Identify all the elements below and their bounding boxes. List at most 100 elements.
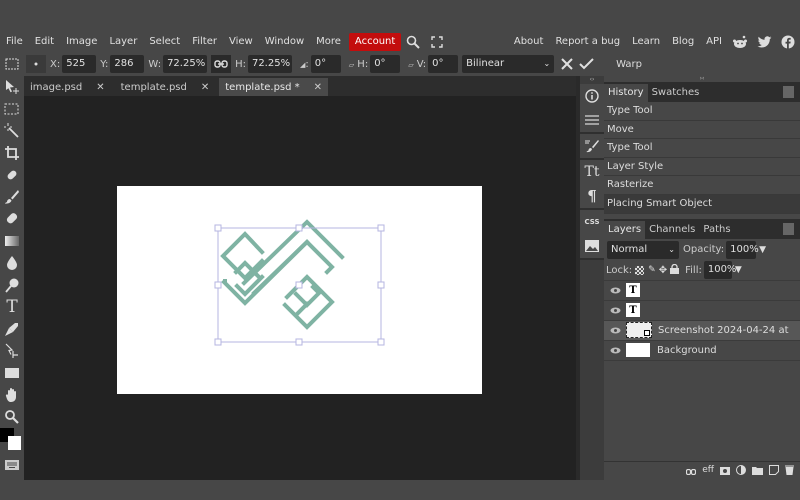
layer-effects-icon[interactable]: eff bbox=[702, 465, 714, 475]
search-icon[interactable] bbox=[404, 33, 422, 51]
tab-image-psd[interactable]: image.psd ✕ bbox=[24, 78, 111, 96]
marquee-tool[interactable] bbox=[0, 98, 24, 120]
menu-layer[interactable]: Layer bbox=[103, 33, 143, 51]
y-field[interactable]: 286 px bbox=[110, 55, 145, 87]
canvas[interactable] bbox=[117, 186, 482, 394]
opacity-field[interactable]: 100% bbox=[726, 240, 759, 259]
history-item[interactable]: Move bbox=[604, 121, 800, 140]
warp-button[interactable]: Warp bbox=[616, 59, 642, 70]
history-item[interactable]: Layer Style bbox=[604, 158, 800, 177]
reference-point-icon[interactable] bbox=[26, 55, 46, 73]
history-item[interactable]: Type Tool bbox=[604, 102, 800, 121]
menu-edit[interactable]: Edit bbox=[29, 33, 60, 51]
path-select-tool[interactable] bbox=[0, 340, 24, 362]
hand-tool[interactable] bbox=[0, 384, 24, 406]
layer-row-text-1[interactable]: T bbox=[604, 281, 800, 301]
close-icon[interactable]: ✕ bbox=[201, 82, 209, 93]
height-field[interactable]: 72.25% bbox=[247, 55, 292, 73]
interpolation-select[interactable]: Bilinear ⌄ bbox=[462, 55, 555, 73]
delete-layer-icon[interactable] bbox=[785, 460, 794, 479]
visibility-eye-icon[interactable] bbox=[604, 327, 626, 334]
tab-template-psd-active[interactable]: template.psd * ✕ bbox=[219, 78, 329, 96]
brush-tool[interactable] bbox=[0, 186, 24, 208]
character-button[interactable]: Tt bbox=[580, 160, 604, 184]
layer-mask-icon[interactable] bbox=[720, 460, 730, 479]
opacity-dropdown-icon[interactable]: ▼ bbox=[759, 245, 766, 255]
new-group-icon[interactable] bbox=[752, 460, 763, 479]
close-icon[interactable]: ✕ bbox=[96, 82, 104, 93]
cancel-transform-icon[interactable] bbox=[560, 57, 574, 71]
link-about[interactable]: About bbox=[508, 33, 550, 51]
blend-mode-select[interactable]: Normal ⌄ bbox=[607, 240, 679, 259]
healing-tool[interactable] bbox=[0, 164, 24, 186]
magic-wand-tool[interactable] bbox=[0, 120, 24, 142]
crop-tool[interactable] bbox=[0, 142, 24, 164]
lock-paint-icon[interactable]: ✎ bbox=[648, 265, 656, 275]
adjustments-button[interactable] bbox=[580, 108, 604, 132]
facebook-icon[interactable] bbox=[779, 33, 797, 51]
link-learn[interactable]: Learn bbox=[626, 33, 666, 51]
new-layer-icon[interactable] bbox=[769, 460, 779, 479]
info-button[interactable] bbox=[580, 84, 604, 108]
menu-window[interactable]: Window bbox=[259, 33, 310, 51]
panel-menu-icon[interactable] bbox=[783, 86, 794, 98]
twitter-icon[interactable] bbox=[755, 33, 773, 51]
image-button[interactable] bbox=[580, 234, 604, 258]
brush-settings-button[interactable] bbox=[580, 134, 604, 158]
panel-menu-icon[interactable] bbox=[783, 222, 794, 235]
tab-channels[interactable]: Channels bbox=[645, 221, 699, 239]
css-button[interactable]: CSS bbox=[580, 210, 604, 234]
history-item[interactable]: Type Tool bbox=[604, 139, 800, 158]
visibility-eye-icon[interactable] bbox=[604, 307, 626, 314]
dodge-tool[interactable] bbox=[0, 274, 24, 296]
visibility-eye-icon[interactable] bbox=[604, 347, 626, 354]
layer-row-background[interactable]: Background bbox=[604, 341, 800, 361]
pen-tool[interactable] bbox=[0, 318, 24, 340]
lock-all-icon[interactable] bbox=[670, 263, 680, 277]
visibility-eye-icon[interactable] bbox=[604, 287, 626, 294]
paragraph-button[interactable]: ¶ bbox=[580, 184, 604, 208]
tab-layers[interactable]: Layers bbox=[604, 220, 646, 239]
layer-row-smart-object[interactable]: Screenshot 2024-04-24 at bbox=[604, 320, 800, 341]
x-field[interactable]: 525 px bbox=[62, 55, 97, 87]
commit-transform-icon[interactable] bbox=[579, 58, 594, 70]
eraser-tool[interactable] bbox=[0, 208, 24, 230]
link-blog[interactable]: Blog bbox=[666, 33, 700, 51]
adjustment-layer-icon[interactable] bbox=[736, 460, 746, 479]
history-item-current[interactable]: Placing Smart Object bbox=[604, 194, 800, 214]
menu-more[interactable]: More bbox=[310, 33, 347, 51]
fullscreen-icon[interactable] bbox=[428, 33, 446, 51]
width-field[interactable]: 72.25% bbox=[163, 55, 208, 73]
link-api[interactable]: API bbox=[700, 33, 728, 51]
fill-field[interactable]: 100% bbox=[703, 261, 736, 280]
background-color[interactable] bbox=[8, 436, 21, 450]
reddit-icon[interactable] bbox=[731, 33, 749, 51]
blur-tool[interactable] bbox=[0, 252, 24, 274]
collapse-handle[interactable]: ‹› bbox=[580, 76, 604, 84]
link-proportions-icon[interactable] bbox=[211, 55, 232, 73]
link-layers-icon[interactable] bbox=[686, 460, 697, 479]
angle-field[interactable]: 0° bbox=[310, 55, 341, 73]
close-icon[interactable]: ✕ bbox=[314, 82, 322, 93]
menu-select[interactable]: Select bbox=[143, 33, 186, 51]
link-report-bug[interactable]: Report a bug bbox=[549, 33, 626, 51]
menu-image[interactable]: Image bbox=[60, 33, 103, 51]
menu-view[interactable]: View bbox=[223, 33, 259, 51]
skew-v-field[interactable]: 0° bbox=[428, 55, 459, 73]
tab-template-psd[interactable]: template.psd ✕ bbox=[115, 78, 216, 96]
move-tool[interactable] bbox=[0, 76, 24, 98]
menu-file[interactable]: File bbox=[0, 33, 29, 51]
tab-paths[interactable]: Paths bbox=[699, 221, 734, 239]
lock-move-icon[interactable]: ✥ bbox=[659, 265, 667, 276]
skew-h-field[interactable]: 0° bbox=[370, 55, 401, 73]
gradient-tool[interactable] bbox=[0, 230, 24, 252]
color-swatches[interactable] bbox=[0, 428, 24, 454]
tab-swatches[interactable]: Swatches bbox=[648, 84, 704, 102]
shape-tool[interactable] bbox=[0, 362, 24, 384]
fill-dropdown-icon[interactable]: ▼ bbox=[735, 265, 742, 275]
lock-transparency-icon[interactable] bbox=[635, 265, 645, 275]
keyboard-tool[interactable] bbox=[0, 454, 24, 476]
menu-filter[interactable]: Filter bbox=[186, 33, 223, 51]
tab-history[interactable]: History bbox=[604, 84, 648, 102]
type-tool[interactable]: T bbox=[0, 296, 24, 318]
